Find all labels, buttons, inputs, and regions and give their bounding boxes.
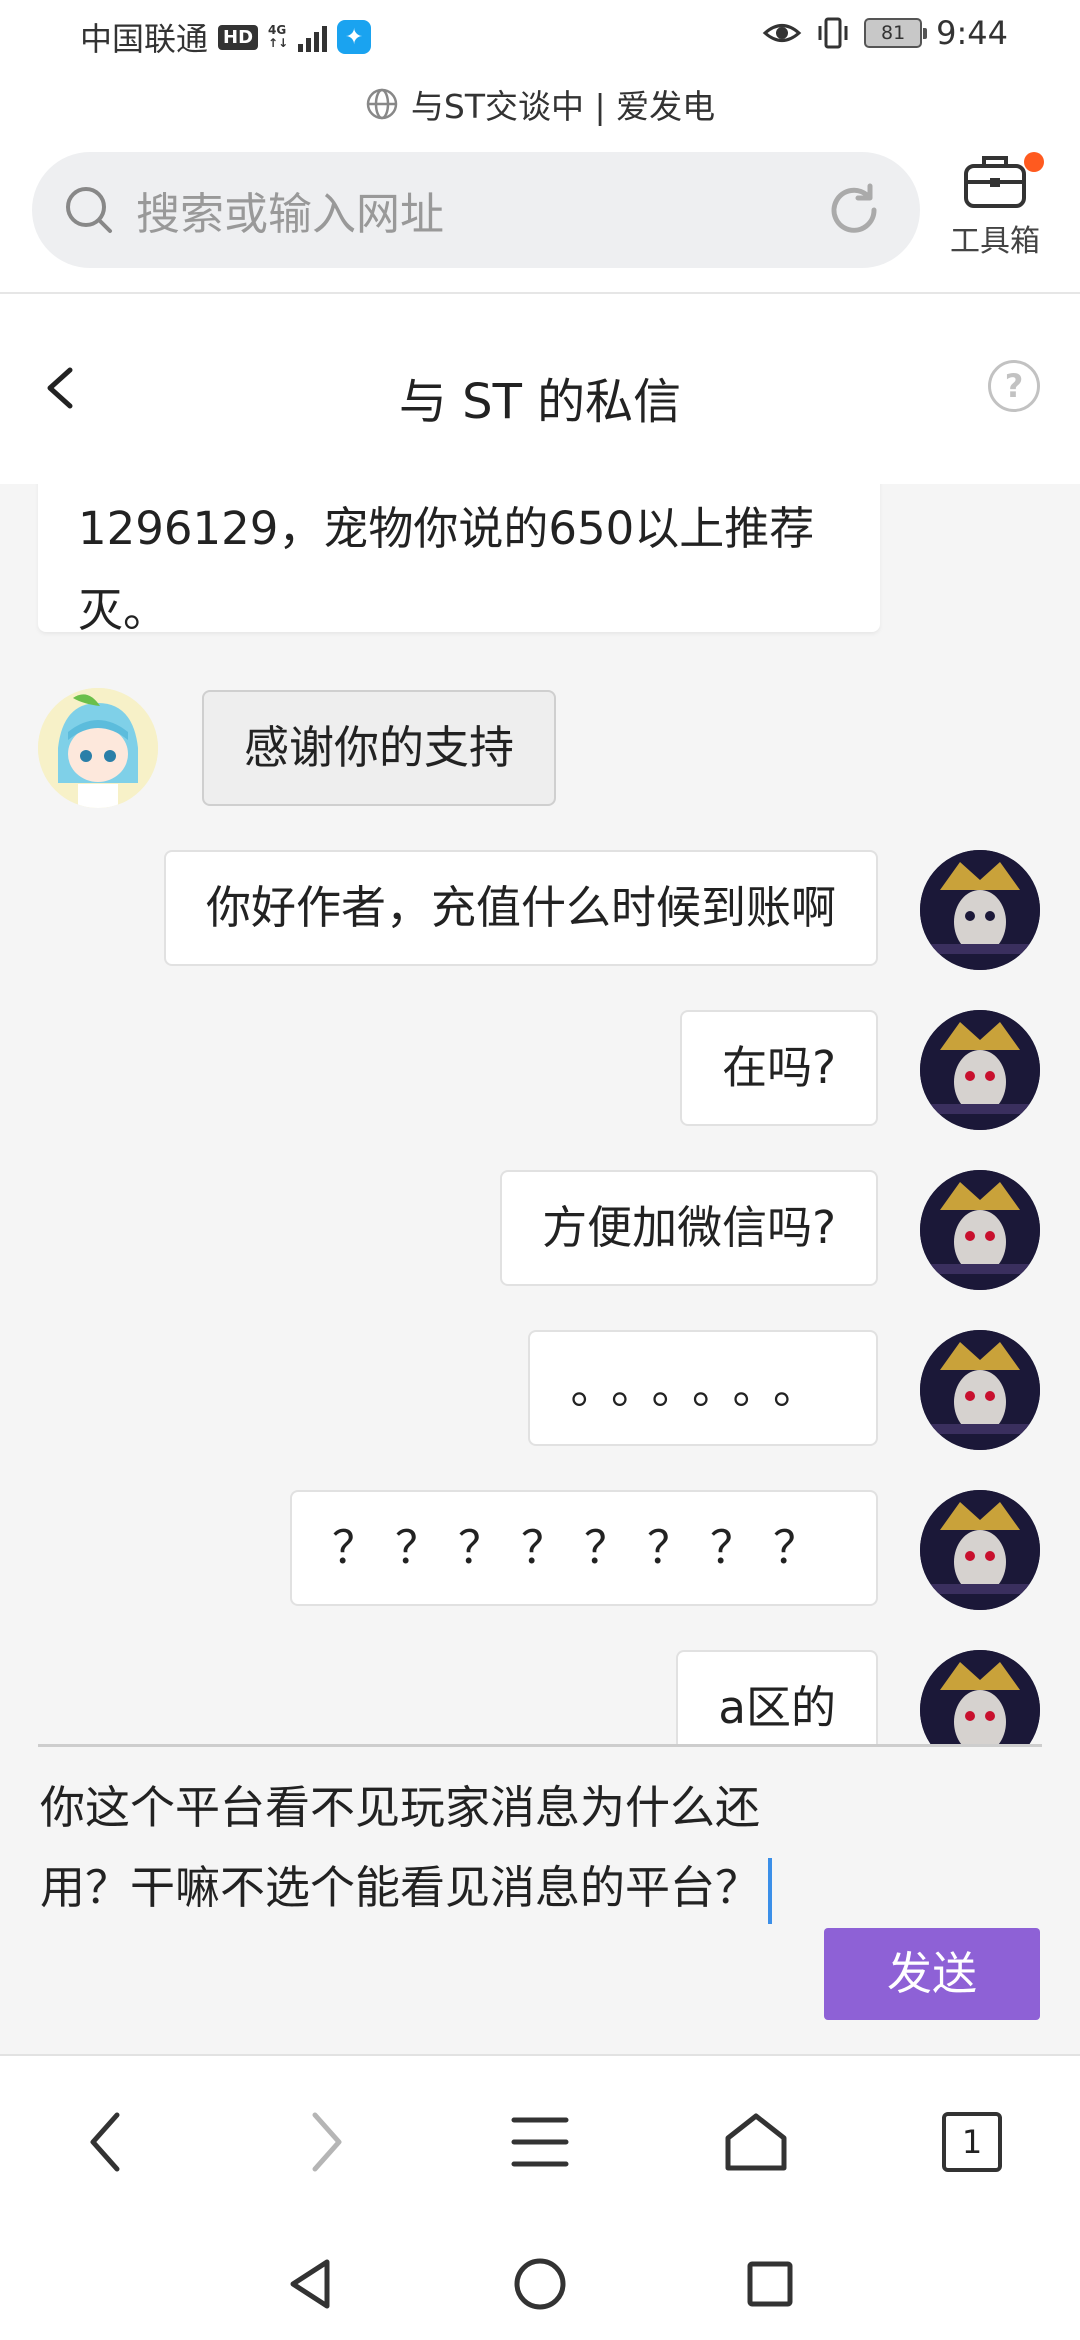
status-bar: 中国联通 HD 4G ↑↓ ✦ 81 9:44 [0, 0, 1080, 72]
browser-bottom-nav: 1 [0, 2056, 1080, 2226]
avatar[interactable] [920, 1650, 1040, 1744]
browser-title-text: 与ST交谈中 | 爱发电 [410, 87, 716, 126]
notification-dot [1024, 152, 1044, 172]
network-type: 4G ↑↓ [268, 24, 288, 50]
outgoing-message-bubble: 。。。。。。 [528, 1330, 878, 1446]
system-home-button[interactable] [510, 2254, 570, 2314]
outgoing-message-bubble: 你好作者，充值什么时候到账啊 [163, 850, 878, 966]
battery-icon: 81 [864, 18, 928, 48]
outgoing-message-bubble: 方便加微信吗? [500, 1170, 878, 1286]
message-input[interactable]: 你这个平台看不见玩家消息为什么还用？干嘛不选个能看见消息的平台？ [40, 1768, 780, 1928]
globe-icon [366, 88, 398, 120]
page-header: 与 ST 的私信 ? [0, 294, 1080, 484]
avatar[interactable] [920, 850, 1040, 970]
network-arrows: ↑↓ [268, 36, 289, 50]
send-button[interactable]: 发送 [824, 1928, 1040, 2020]
dark-king-avatar-image [920, 1490, 1040, 1610]
system-nav-bar [0, 2226, 1080, 2340]
system-recents-button[interactable] [740, 2254, 800, 2314]
status-left: 中国联通 HD 4G ↑↓ ✦ [80, 14, 372, 60]
tabs-count-icon: 1 [942, 2112, 1002, 2172]
toolbox-button[interactable]: 工具箱 [940, 148, 1050, 260]
nav-menu-button[interactable] [500, 2102, 580, 2182]
anime-avatar-image [38, 688, 158, 808]
browser-page-title: 与ST交谈中 | 爱发电 [0, 72, 1080, 136]
avatar[interactable] [38, 688, 158, 808]
dark-king-avatar-image [920, 1170, 1040, 1290]
circle-home-icon [514, 2258, 566, 2310]
nav-forward-button[interactable] [286, 2102, 366, 2182]
nav-home-button[interactable] [716, 2102, 796, 2182]
outgoing-message-bubble: a区的 [676, 1650, 878, 1744]
chevron-right-icon [312, 2112, 342, 2172]
composer-divider [38, 1744, 1042, 1747]
address-bar[interactable]: 搜索或输入网址 [32, 152, 920, 268]
square-recents-icon [747, 2261, 793, 2307]
avatar[interactable] [920, 1330, 1040, 1450]
message-composer: 你这个平台看不见玩家消息为什么还用？干嘛不选个能看见消息的平台？ 发送 [0, 1744, 1080, 2056]
nav-tabs-button[interactable]: 1 [932, 2102, 1012, 2182]
avatar[interactable] [920, 1010, 1040, 1130]
lightbulb-icon: ✦ [337, 20, 372, 54]
address-bar-placeholder: 搜索或输入网址 [136, 189, 444, 240]
dark-king-avatar-image [920, 1010, 1040, 1130]
page-title: 与 ST 的私信 [398, 374, 682, 430]
hd-badge: HD [218, 24, 259, 50]
incoming-message-bubble: 1296129，宠物你说的650以上推荐灭。 [38, 484, 880, 637]
eye-icon [762, 24, 802, 42]
dark-king-avatar-image [920, 850, 1040, 970]
avatar[interactable] [920, 1170, 1040, 1290]
dark-king-avatar-image [920, 1650, 1040, 1744]
incoming-message-bubble: 感谢你的支持 [202, 690, 557, 806]
triangle-back-icon [290, 2259, 330, 2309]
toolbox-icon [964, 156, 1026, 208]
status-time: 9:44 [936, 14, 1008, 52]
nav-back-button[interactable] [66, 2102, 146, 2182]
browser-toolbar: 搜索或输入网址 工具箱 [0, 136, 1080, 294]
help-icon[interactable]: ? [988, 360, 1040, 412]
signal-icon [298, 22, 328, 52]
avatar[interactable] [920, 1490, 1040, 1610]
search-icon [66, 187, 112, 233]
carrier-name: 中国联通 [80, 20, 209, 58]
chevron-left-icon [90, 2112, 120, 2172]
home-icon [725, 2113, 787, 2171]
system-back-button[interactable] [280, 2254, 340, 2314]
toolbox-label: 工具箱 [950, 224, 1040, 259]
message-input-text: 你这个平台看不见玩家消息为什么还用？干嘛不选个能看见消息的平台？ [40, 1781, 761, 1914]
outgoing-message-bubble: ？？？？？？？？ [289, 1490, 878, 1606]
status-right: 81 9:44 [762, 14, 1008, 52]
text-cursor [768, 1858, 773, 1924]
message-list[interactable]: 1296129，宠物你说的650以上推荐灭。 感谢你的支持 你好作者，充值什么时… [0, 484, 1080, 1744]
dark-king-avatar-image [920, 1330, 1040, 1450]
vibrate-icon [818, 17, 848, 49]
outgoing-message-bubble: 在吗? [680, 1010, 878, 1126]
refresh-icon[interactable] [824, 180, 884, 240]
menu-icon [511, 2117, 569, 2167]
